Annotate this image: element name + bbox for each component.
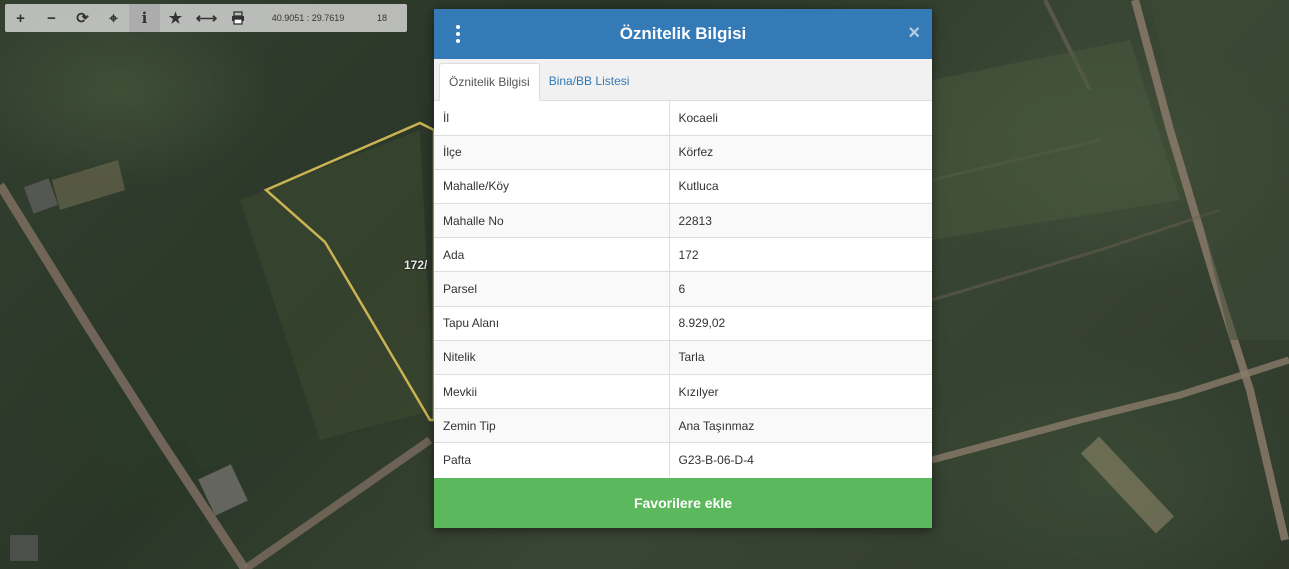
dialog-tabs: Öznitelik Bilgisi Bina/BB Listesi bbox=[434, 59, 932, 101]
row-value: Tarla bbox=[669, 339, 932, 375]
row-key: Mevkii bbox=[434, 373, 670, 409]
row-key: İl bbox=[434, 101, 670, 136]
table-row: Zemin Tip Ana Taşınmaz bbox=[434, 408, 932, 443]
table-row: Tapu Alanı 8.929,02 bbox=[434, 305, 932, 341]
dialog-title: Öznitelik Bilgisi bbox=[619, 24, 747, 43]
tab-building-list[interactable]: Bina/BB Listesi bbox=[540, 62, 639, 100]
close-icon[interactable]: × bbox=[908, 23, 920, 43]
coordinate-readout: 40.9051 : 29.7619 bbox=[253, 4, 363, 32]
print-icon[interactable] bbox=[222, 4, 253, 32]
add-to-favorites-button[interactable]: Favorilere ekle bbox=[434, 478, 932, 528]
table-row: Mahalle No 22813 bbox=[434, 203, 932, 238]
table-row: İl Kocaeli bbox=[434, 101, 932, 136]
table-row: Mahalle/Köy Kutluca bbox=[434, 168, 932, 204]
row-key: Nitelik bbox=[434, 339, 670, 375]
star-icon[interactable]: ★ bbox=[160, 4, 191, 32]
table-row: İlçe Körfez bbox=[434, 134, 932, 170]
row-value: Kocaeli bbox=[678, 110, 718, 125]
attribute-table-container[interactable]: İl Kocaeli İlçe Körfez Mahalle/Köy Kutluca … bbox=[434, 101, 932, 478]
row-key: Parsel bbox=[434, 271, 670, 307]
info-icon[interactable]: i bbox=[129, 4, 160, 32]
row-key: Mahalle/Köy bbox=[434, 168, 670, 204]
more-options-icon[interactable] bbox=[452, 25, 464, 43]
attribute-table: İl Kocaeli İlçe Körfez Mahalle/Köy Kutluca … bbox=[434, 101, 932, 478]
print-glyph bbox=[231, 11, 244, 25]
table-row: Nitelik Tarla bbox=[434, 339, 932, 375]
row-key: Ada bbox=[434, 237, 670, 272]
map-toolbar: + − ⟳ ⌖ i ★ ⟷ 40.9051 : 29.7619 18 bbox=[5, 4, 407, 32]
attribute-info-dialog: Öznitelik Bilgisi × Öznitelik Bilgisi Bi… bbox=[434, 9, 932, 528]
zoom-level-readout: 18 bbox=[376, 13, 387, 23]
row-value: 8.929,02 bbox=[669, 305, 932, 341]
table-row: Parsel 6 bbox=[434, 271, 932, 307]
measure-icon[interactable]: ⟷ bbox=[191, 4, 222, 32]
row-key: İlçe bbox=[434, 134, 670, 170]
row-key: Pafta bbox=[434, 442, 670, 478]
tab-attribute-info[interactable]: Öznitelik Bilgisi bbox=[439, 63, 540, 101]
row-value: 6 bbox=[669, 271, 932, 307]
zoom-out-icon[interactable]: − bbox=[36, 4, 67, 32]
table-row: Mevkii Kızılyer bbox=[434, 373, 932, 409]
zoom-in-icon[interactable]: + bbox=[5, 4, 36, 32]
row-value: 22813 bbox=[669, 203, 932, 238]
row-value: Kutluca bbox=[669, 168, 932, 204]
row-key: Mahalle No bbox=[434, 203, 670, 238]
row-value: 172 bbox=[669, 237, 932, 272]
table-row: Pafta G23-B-06-D-4 bbox=[434, 442, 932, 478]
row-value: Kızılyer bbox=[669, 373, 932, 409]
row-value: G23-B-06-D-4 bbox=[669, 442, 932, 478]
parcel-label: 172/ bbox=[404, 258, 428, 272]
row-key: Zemin Tip bbox=[434, 408, 670, 443]
refresh-icon[interactable]: ⟳ bbox=[67, 4, 98, 32]
dialog-header: Öznitelik Bilgisi × bbox=[434, 9, 932, 59]
locate-icon[interactable]: ⌖ bbox=[98, 4, 129, 32]
row-value: Ana Taşınmaz bbox=[669, 408, 932, 443]
row-value: Körfez bbox=[669, 134, 932, 170]
row-key: Tapu Alanı bbox=[434, 305, 670, 341]
table-row: Ada 172 bbox=[434, 237, 932, 272]
